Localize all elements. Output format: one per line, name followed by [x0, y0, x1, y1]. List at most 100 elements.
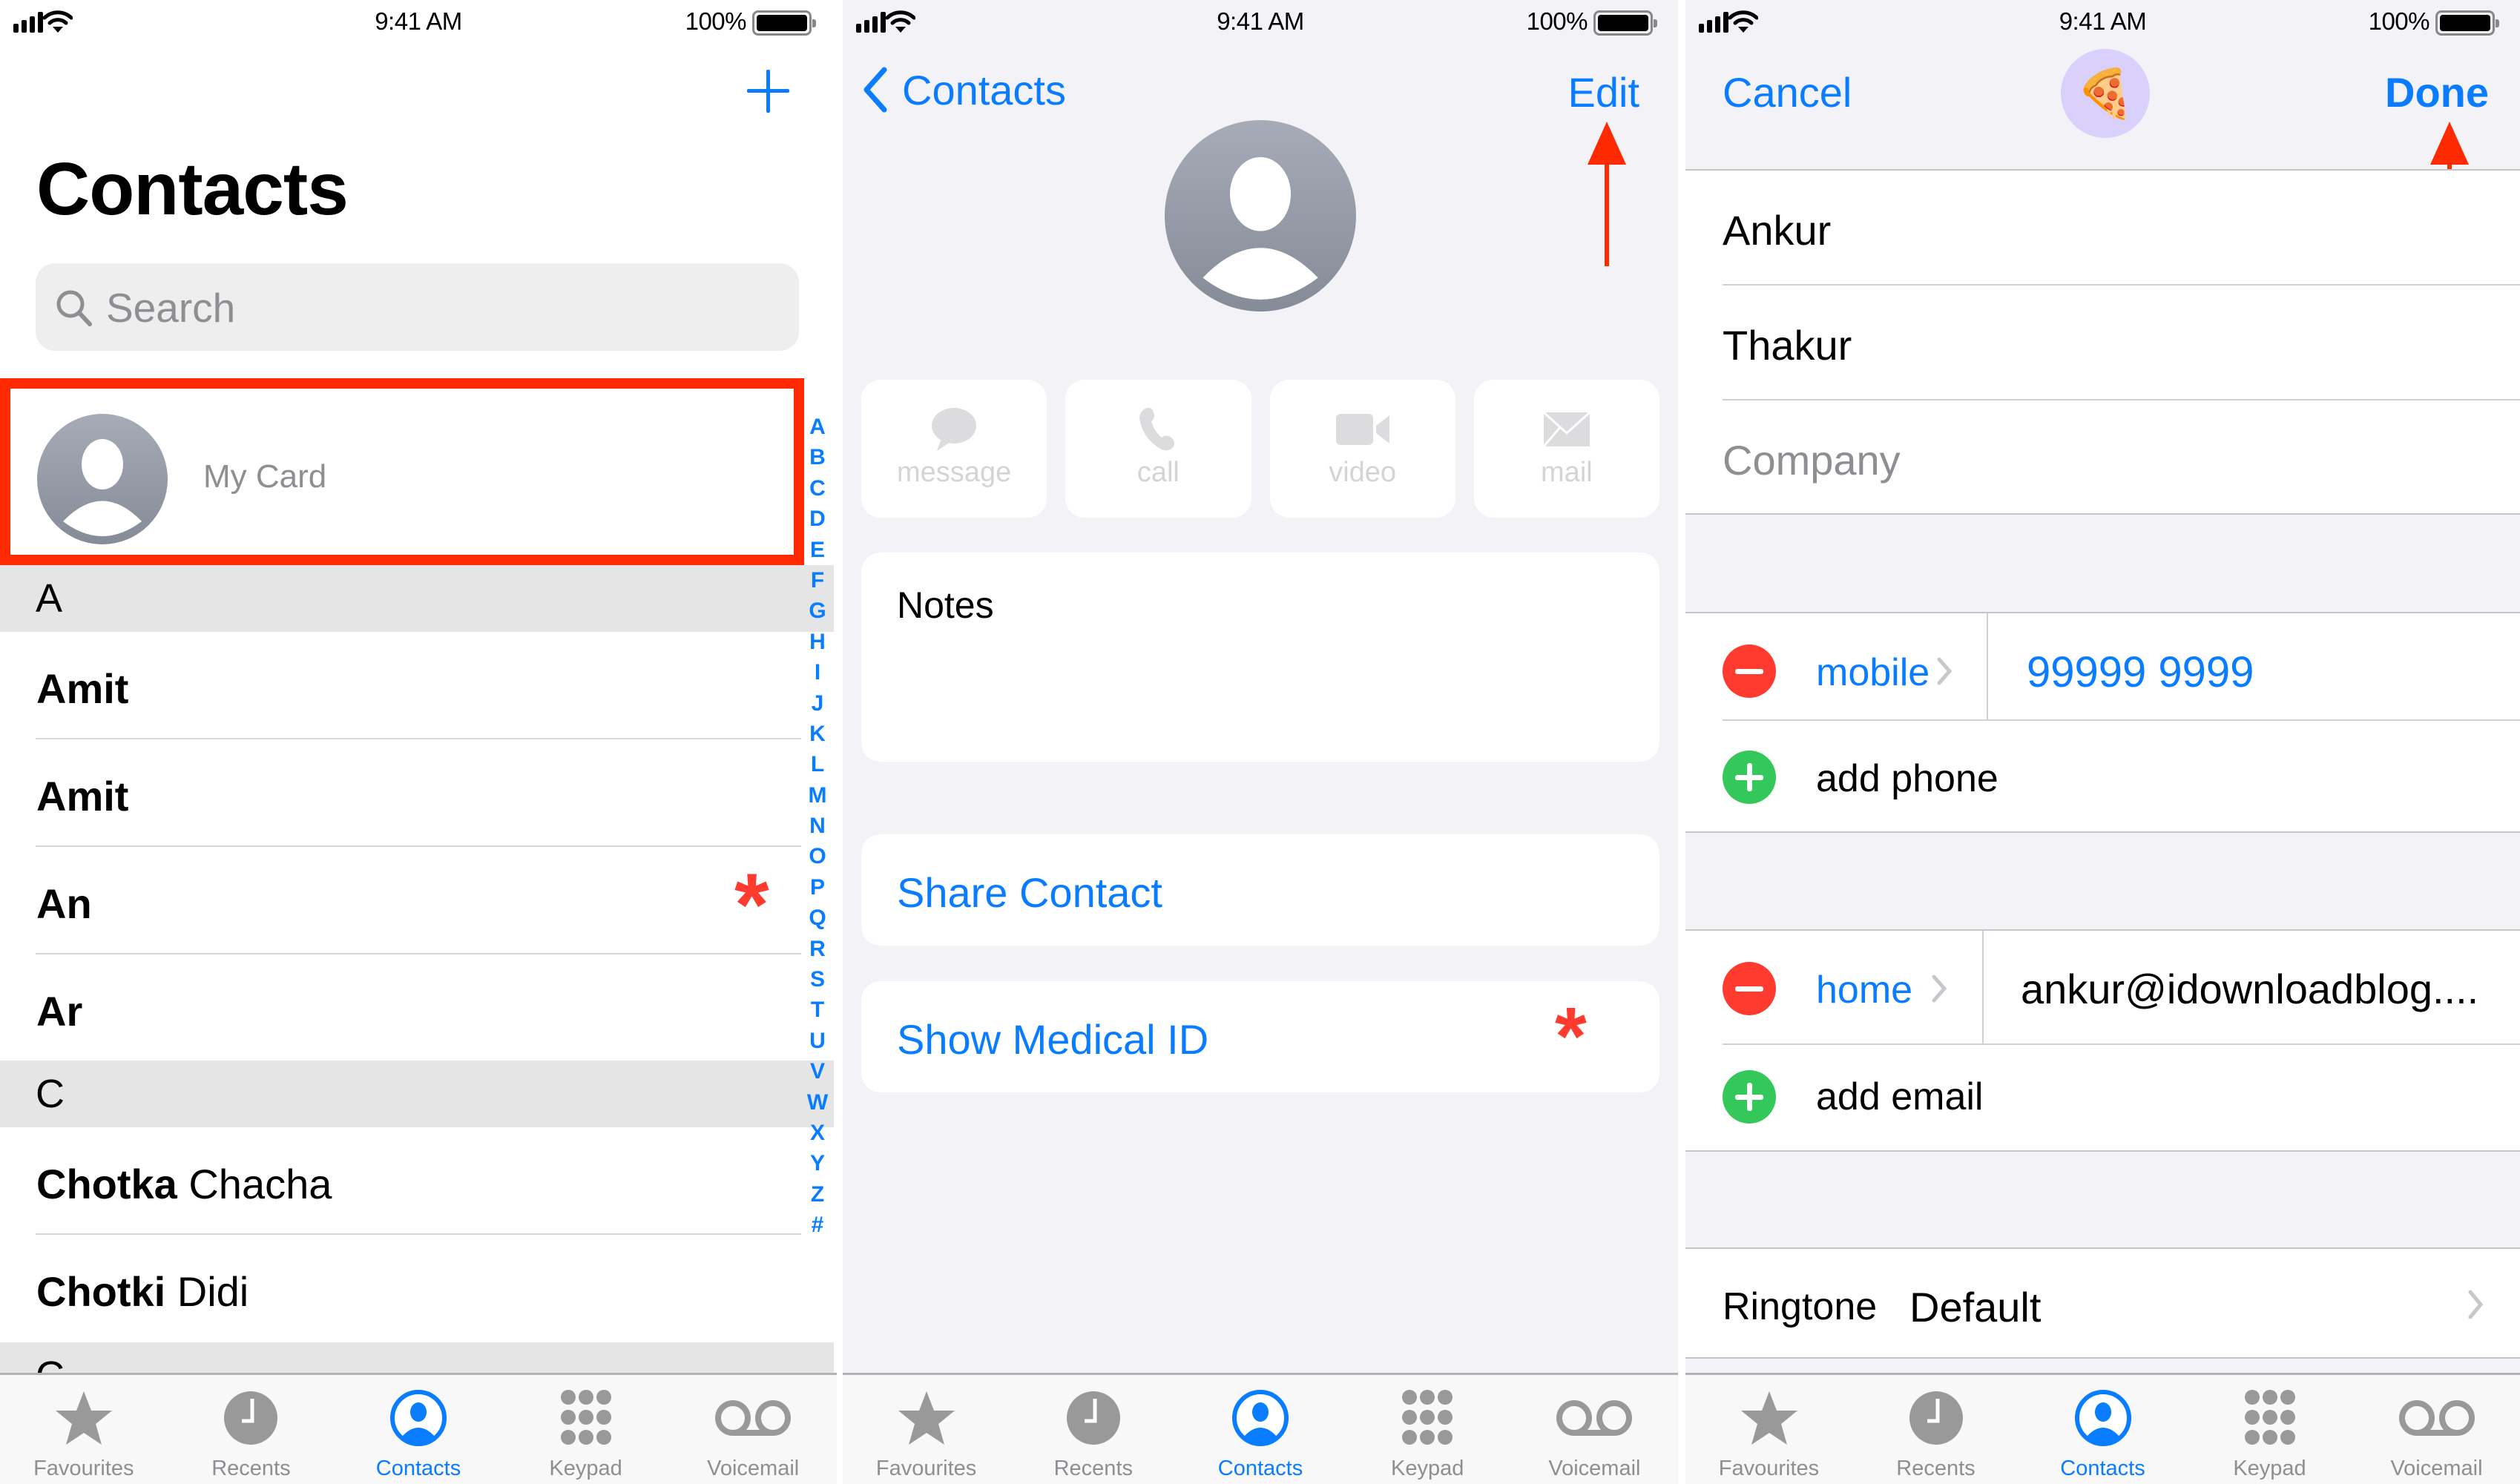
contact-row[interactable]: Amit — [0, 739, 801, 847]
my-card-row[interactable]: My Card — [0, 378, 804, 565]
battery-percent: 100% — [2368, 7, 2430, 35]
tab-contacts[interactable]: Contacts — [2019, 1375, 2186, 1484]
index-letter[interactable]: H — [809, 627, 826, 657]
index-letter[interactable]: T — [811, 995, 824, 1025]
index-letter[interactable]: C — [809, 473, 826, 504]
tab-bar: Favourites Recents Contacts Keypad Voicemail — [0, 1373, 837, 1484]
index-letter[interactable]: P — [810, 872, 825, 903]
last-name-field[interactable]: Thakur — [1723, 286, 2520, 400]
delete-phone-button[interactable] — [1723, 644, 1776, 698]
index-letter[interactable]: W — [807, 1087, 828, 1118]
tab-keypad[interactable]: Keypad — [1344, 1375, 1511, 1484]
add-contact-button[interactable] — [746, 68, 790, 113]
done-button[interactable]: Done — [2385, 68, 2489, 116]
contact-first-name: Chotka — [36, 1161, 177, 1207]
tab-recents[interactable]: Recents — [1010, 1375, 1177, 1484]
index-letter[interactable]: I — [815, 657, 820, 687]
share-contact-button[interactable]: Share Contact — [861, 834, 1659, 946]
index-letter[interactable]: V — [810, 1056, 825, 1086]
add-email-label: add email — [1816, 1075, 1984, 1118]
action-label: message — [897, 457, 1012, 488]
tab-voicemail[interactable]: Voicemail — [2353, 1375, 2520, 1484]
index-letter[interactable]: D — [809, 504, 826, 534]
tab-label: Favourites — [1718, 1457, 1820, 1480]
tab-voicemail[interactable]: Voicemail — [669, 1375, 837, 1484]
my-card-label: My Card — [203, 458, 327, 495]
cancel-button[interactable]: Cancel — [1723, 68, 1852, 116]
contact-avatar[interactable]: 🍕 — [2061, 49, 2150, 138]
first-name-field[interactable]: Ankur — [1723, 171, 2520, 286]
index-letter[interactable]: K — [809, 719, 826, 749]
tab-favourites[interactable]: Favourites — [0, 1375, 168, 1484]
tab-label: Recents — [1896, 1457, 1975, 1480]
email-address-input[interactable]: ankur@idownloadblog.... — [2021, 965, 2478, 1013]
index-letter[interactable]: Z — [811, 1179, 824, 1210]
company-field[interactable]: Company — [1723, 400, 2520, 515]
index-letter[interactable]: F — [811, 565, 824, 596]
message-action-button[interactable]: message — [861, 380, 1047, 518]
tab-label: Keypad — [549, 1457, 622, 1480]
tab-contacts[interactable]: Contacts — [1177, 1375, 1343, 1484]
contact-detail-screen: 9:41 AM 100% Contacts Edit message call … — [843, 0, 1678, 1484]
tab-favourites[interactable]: Favourites — [1685, 1375, 1852, 1484]
contact-row[interactable]: An * — [0, 847, 801, 954]
tab-keypad[interactable]: Keypad — [502, 1375, 670, 1484]
contact-first-name: Chotki — [36, 1268, 166, 1315]
contact-first-name: Ar — [36, 988, 83, 1035]
index-letter[interactable]: S — [810, 964, 825, 995]
tab-voicemail[interactable]: Voicemail — [1511, 1375, 1678, 1484]
delete-email-button[interactable] — [1723, 962, 1776, 1015]
tab-keypad[interactable]: Keypad — [2186, 1375, 2353, 1484]
index-letter[interactable]: X — [810, 1118, 825, 1148]
share-contact-label: Share Contact — [897, 869, 1162, 916]
email-type-label[interactable]: home — [1816, 968, 1912, 1012]
index-letter[interactable]: A — [809, 412, 826, 442]
phone-type-label[interactable]: mobile — [1816, 650, 1930, 695]
contact-row[interactable]: Chotki Didi — [0, 1235, 801, 1342]
index-letter[interactable]: R — [809, 934, 826, 964]
index-letter[interactable]: B — [809, 442, 826, 472]
contact-row[interactable]: Amit — [0, 632, 801, 739]
index-letter[interactable]: M — [809, 780, 827, 811]
index-letter[interactable]: Y — [810, 1148, 825, 1178]
show-medical-id-button[interactable]: Show Medical ID * — [861, 981, 1659, 1092]
contact-row[interactable]: Ar — [0, 954, 801, 1062]
video-action-button[interactable]: video — [1269, 380, 1455, 518]
back-to-contacts-button[interactable]: Contacts — [861, 65, 1066, 114]
index-letter[interactable]: Q — [809, 903, 826, 933]
contact-row[interactable]: Chotka Chacha — [0, 1127, 801, 1235]
tab-recents[interactable]: Recents — [1852, 1375, 2019, 1484]
add-email-row[interactable]: add email — [1723, 1045, 2520, 1152]
tab-recents[interactable]: Recents — [168, 1375, 335, 1484]
index-letter[interactable]: O — [809, 841, 826, 871]
tab-contacts[interactable]: Contacts — [335, 1375, 502, 1484]
tab-label: Keypad — [2233, 1457, 2306, 1480]
search-placeholder: Search — [106, 285, 236, 331]
tab-favourites[interactable]: Favourites — [843, 1375, 1010, 1484]
index-letter[interactable]: N — [809, 811, 826, 841]
ringtone-row[interactable]: Ringtone Default — [1685, 1247, 2520, 1359]
index-letter[interactable]: L — [811, 749, 824, 779]
index-letter[interactable]: # — [812, 1210, 824, 1240]
video-camera-icon — [1335, 414, 1389, 445]
section-header-c: C — [0, 1061, 834, 1127]
index-letter[interactable]: E — [810, 535, 825, 565]
back-label: Contacts — [902, 66, 1066, 113]
email-fields-group: home ankur@idownloadblog.... add email — [1685, 929, 2520, 1152]
index-letter[interactable]: U — [809, 1026, 826, 1056]
index-letter[interactable]: J — [812, 688, 824, 719]
last-name-value: Thakur — [1723, 322, 1852, 369]
phone-number-input[interactable]: 99999 9999 — [2027, 647, 2254, 697]
notes-field[interactable]: Notes — [861, 553, 1659, 762]
alphabet-index-scrubber[interactable]: A B C D E F G H I J K L M N O P Q R S T U V W X Y Z # — [807, 412, 828, 1241]
index-letter[interactable]: G — [809, 596, 826, 626]
edit-button[interactable]: Edit — [1568, 68, 1640, 116]
add-phone-row[interactable]: add phone — [1723, 721, 2520, 833]
tab-label: Voicemail — [2390, 1457, 2483, 1480]
page-title: Contacts — [36, 148, 349, 231]
field-divider — [1987, 613, 1988, 719]
mail-action-button[interactable]: mail — [1473, 380, 1659, 518]
search-input[interactable]: Search — [36, 263, 799, 351]
show-medical-id-label: Show Medical ID — [897, 1016, 1209, 1063]
call-action-button[interactable]: call — [1065, 380, 1251, 518]
